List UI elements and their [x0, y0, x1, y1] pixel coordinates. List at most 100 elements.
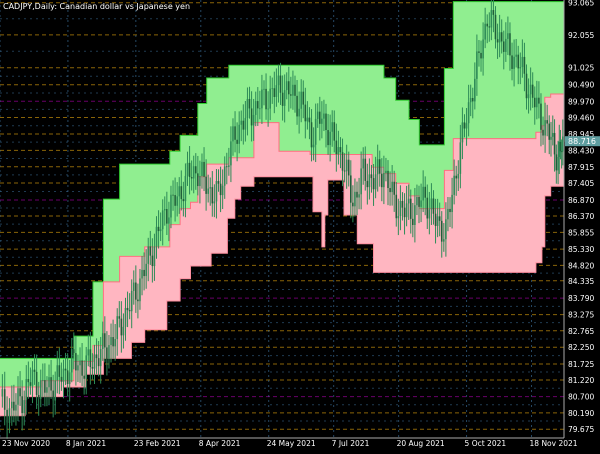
- price-candle-body: [542, 129, 544, 136]
- price-candle-body: [292, 84, 294, 96]
- price-candle-body: [418, 197, 420, 207]
- price-candle-body: [551, 132, 554, 137]
- price-candle-body: [271, 88, 274, 90]
- price-tick-label: 84.335: [568, 277, 594, 286]
- price-candle-body: [453, 175, 455, 195]
- price-candle-body: [126, 307, 129, 311]
- price-candle-body: [356, 191, 358, 198]
- price-candle-body: [194, 166, 197, 174]
- price-candle-body: [252, 114, 255, 126]
- price-candle-body: [440, 220, 443, 242]
- price-candle-body: [471, 97, 474, 102]
- price-candle-body: [25, 379, 28, 401]
- price-candle-body: [110, 337, 112, 346]
- price-candle-body: [531, 84, 534, 98]
- price-candle-body: [219, 183, 222, 196]
- price-candle-body: [178, 186, 181, 197]
- price-candle-body: [387, 170, 389, 189]
- price-candle-body: [476, 51, 478, 79]
- price-candle-body: [424, 186, 427, 198]
- price-candle-body: [6, 409, 8, 423]
- price-candle-body: [378, 159, 381, 174]
- price-candle-body: [290, 94, 292, 96]
- price-candle-body: [155, 226, 158, 247]
- price-candle-body: [68, 372, 71, 385]
- price-candle-body: [238, 124, 240, 144]
- price-candle-body: [267, 108, 269, 110]
- price-candle-body: [135, 282, 137, 300]
- price-candle-body: [500, 32, 503, 42]
- price-candle-body: [409, 198, 412, 219]
- price-candle-body: [33, 369, 36, 372]
- price-candle-body: [248, 98, 251, 109]
- price-candle-body: [354, 191, 356, 207]
- time-tick-label: 8 Jan 2021: [66, 439, 106, 448]
- price-candle-body: [176, 196, 178, 206]
- price-candle-body: [199, 176, 201, 187]
- price-candle-body: [166, 209, 168, 224]
- price-candle-body: [56, 365, 59, 381]
- price-candle-body: [197, 173, 199, 187]
- price-candle-body: [550, 136, 552, 140]
- price-candle-body: [137, 299, 139, 302]
- price-candle-body: [93, 354, 96, 369]
- price-candle-body: [174, 195, 176, 206]
- price-candle-body: [188, 162, 191, 177]
- price-candle-body: [168, 217, 170, 224]
- price-candle-body: [223, 166, 226, 186]
- price-candle-body: [259, 108, 261, 110]
- price-candle-body: [505, 38, 507, 52]
- price-candle-body: [366, 180, 369, 188]
- price-candle-body: [203, 161, 205, 177]
- price-candle-body: [298, 108, 300, 117]
- price-candle-body: [372, 178, 375, 190]
- price-candle-body: [494, 14, 497, 40]
- price-candle-body: [83, 375, 85, 379]
- price-candle-body: [44, 380, 46, 393]
- price-tick-label: 87.405: [568, 179, 594, 188]
- price-candle-body: [527, 94, 530, 99]
- price-candle-body: [172, 194, 174, 196]
- price-candle-body: [474, 78, 476, 102]
- price-candle-body: [451, 194, 453, 213]
- price-candle-body: [428, 209, 431, 219]
- price-tick-label: 84.820: [568, 261, 594, 270]
- price-candle-body: [370, 174, 373, 179]
- price-candle-body: [75, 353, 77, 371]
- time-tick-label: 18 Nov 2021: [530, 439, 578, 448]
- price-candle-body: [364, 158, 367, 181]
- price-candle-body: [376, 159, 379, 175]
- price-candle-body: [52, 390, 54, 401]
- price-candle-body: [104, 333, 106, 348]
- price-candle-body: [432, 198, 435, 214]
- price-candle-body: [362, 158, 365, 169]
- price-tick-label: 81.220: [568, 376, 594, 385]
- price-candle-body: [314, 118, 317, 145]
- price-candle-body: [496, 39, 499, 43]
- price-candle-body: [70, 349, 73, 373]
- price-candle-body: [182, 199, 185, 202]
- price-candle-body: [39, 380, 42, 399]
- price-candle-body: [306, 117, 309, 122]
- price-candle-body: [461, 122, 464, 143]
- price-candle-body: [507, 33, 509, 39]
- price-candle-body: [250, 108, 253, 126]
- price-candle-body: [240, 120, 243, 125]
- price-candle-body: [416, 197, 418, 206]
- price-candle-body: [329, 131, 331, 146]
- price-candle-body: [391, 181, 393, 193]
- price-candle-body: [205, 176, 207, 194]
- price-candle-body: [401, 200, 404, 208]
- price-candle-body: [234, 126, 236, 140]
- price-candle-body: [509, 33, 511, 56]
- price-candle-body: [323, 113, 325, 119]
- price-candle-body: [321, 118, 323, 124]
- price-candle-body: [511, 55, 513, 69]
- price-candle-body: [399, 200, 402, 217]
- price-tick-label: 83.275: [568, 311, 594, 320]
- price-candle-body: [533, 97, 536, 108]
- price-candle-body: [35, 371, 38, 395]
- price-candle-body: [403, 207, 406, 218]
- price-candle-body: [180, 186, 183, 200]
- price-candle-body: [275, 85, 278, 97]
